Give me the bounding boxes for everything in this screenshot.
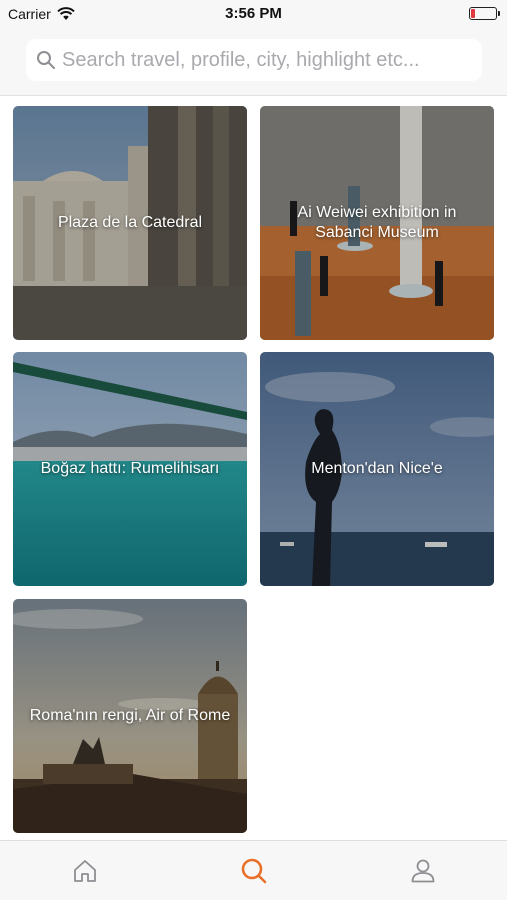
clock: 3:56 PM bbox=[225, 5, 282, 22]
search-bar[interactable] bbox=[26, 39, 482, 81]
travel-card[interactable]: Boğaz hattı: Rumelihisarı bbox=[13, 352, 247, 586]
search-input[interactable] bbox=[62, 40, 482, 80]
status-bar: Carrier 3:56 PM bbox=[0, 0, 507, 30]
travel-title: Roma'nın rengi, Air of Rome bbox=[29, 707, 231, 724]
travel-card[interactable]: Plaza de la Catedral bbox=[13, 106, 247, 340]
search-header bbox=[0, 30, 507, 96]
search-icon bbox=[37, 51, 55, 69]
travel-card[interactable]: Ai Weiwei exhibition in Sabanci Museum bbox=[260, 106, 494, 340]
home-icon bbox=[74, 860, 96, 882]
travel-title: Plaza de la Catedral bbox=[57, 214, 203, 231]
battery-level bbox=[471, 9, 475, 18]
tab-search[interactable] bbox=[234, 851, 274, 891]
tab-profile[interactable] bbox=[403, 851, 443, 891]
travel-title: Menton'dan Nice'e bbox=[311, 460, 443, 477]
travel-card[interactable]: Roma'nın rengi, Air of Rome bbox=[13, 599, 247, 833]
travel-title: Ai Weiwei exhibition in Sabanci Museum bbox=[297, 204, 457, 241]
battery-icon bbox=[469, 7, 500, 20]
profile-icon bbox=[411, 859, 435, 883]
tab-home[interactable] bbox=[65, 851, 105, 891]
search-icon bbox=[241, 858, 267, 884]
travel-card[interactable]: Menton'dan Nice'e bbox=[260, 352, 494, 586]
travel-title: Boğaz hattı: Rumelihisarı bbox=[40, 460, 220, 477]
tab-bar bbox=[0, 840, 507, 900]
